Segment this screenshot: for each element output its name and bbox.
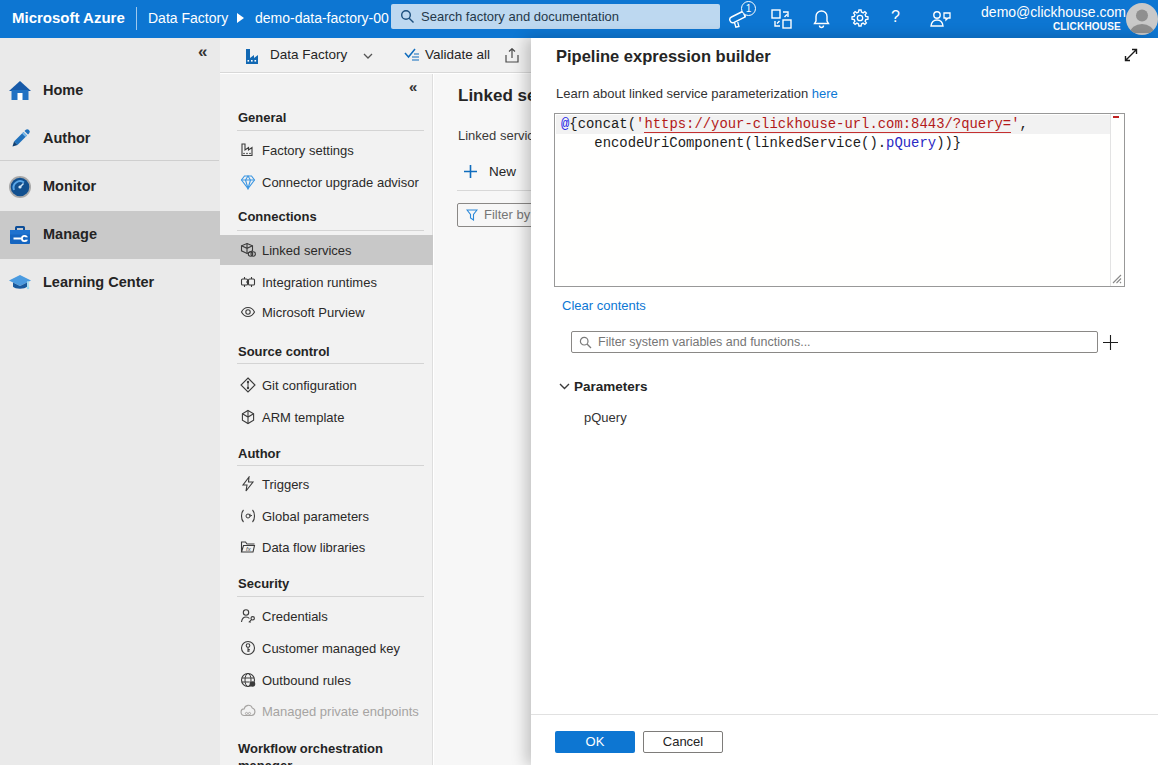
svg-text:fx: fx xyxy=(246,546,252,552)
